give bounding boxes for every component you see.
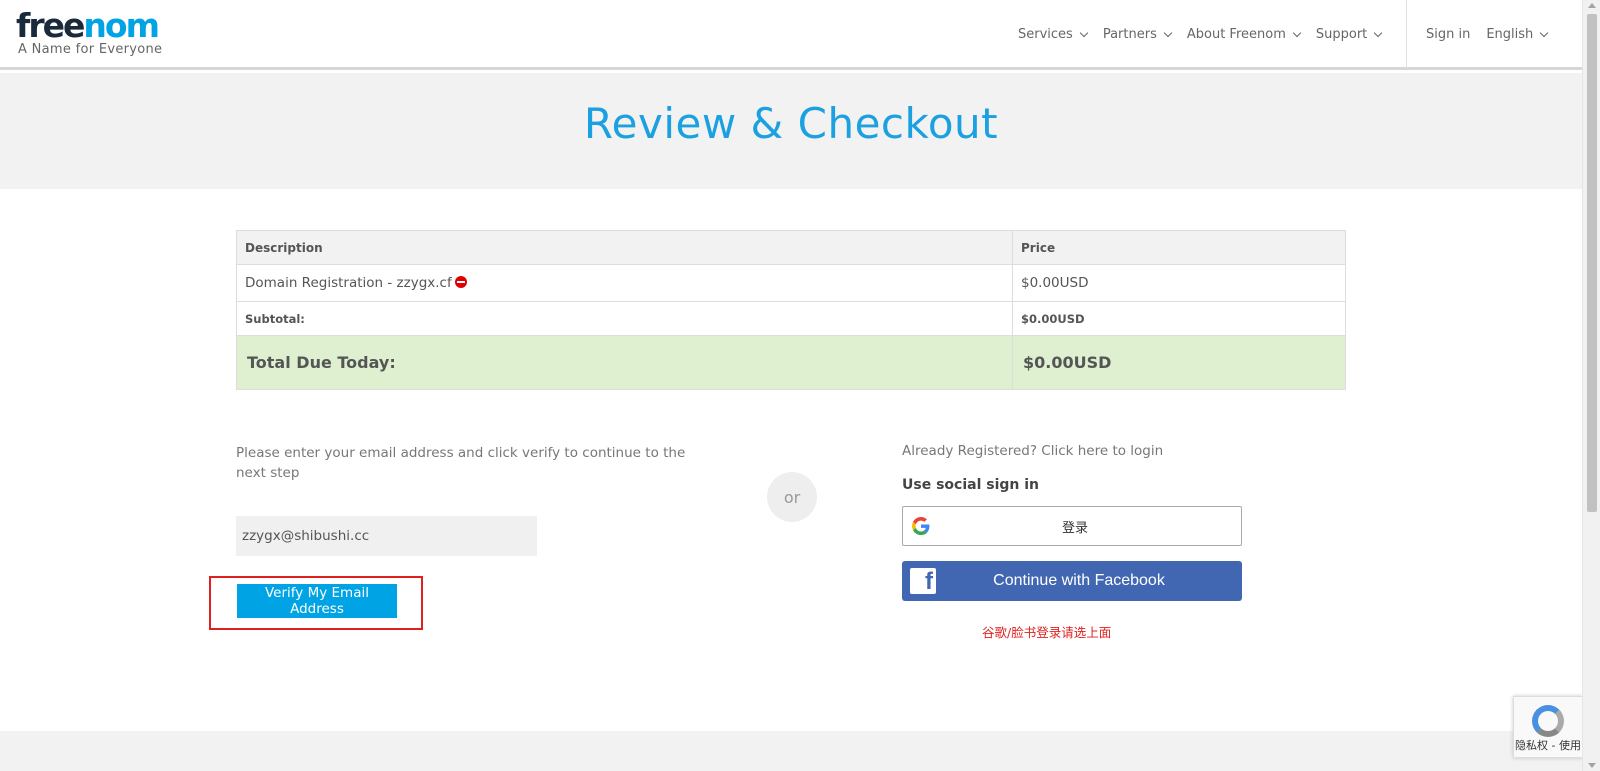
facebook-icon: f <box>910 568 936 594</box>
subtotal-value: $0.00USD <box>1012 301 1346 336</box>
chevron-down-icon <box>1540 28 1549 37</box>
google-sign-in-button[interactable]: 登录 <box>902 506 1242 546</box>
nav-partners-label: Partners <box>1102 27 1157 42</box>
total-row: Total Due Today: $0.00USD <box>236 335 1346 390</box>
chevron-down-icon <box>1374 28 1383 37</box>
google-icon <box>903 517 939 535</box>
page-scrollbar[interactable] <box>1582 0 1600 771</box>
or-divider: or <box>767 472 817 522</box>
social-login-note: 谷歌/脸书登录请选上面 <box>982 625 1112 640</box>
sign-in-link[interactable]: Sign in <box>1426 27 1470 42</box>
item-price: $0.00USD <box>1012 264 1346 302</box>
col-price: Price <box>1012 230 1346 265</box>
cart-header-row: Description Price <box>236 230 1346 265</box>
scroll-down-icon[interactable] <box>1588 763 1596 768</box>
recaptcha-icon <box>1532 705 1564 737</box>
language-label: English <box>1486 27 1534 42</box>
scroll-up-icon[interactable] <box>1588 3 1596 8</box>
facebook-sign-in-label: Continue with Facebook <box>993 572 1165 589</box>
remove-icon[interactable] <box>454 276 467 288</box>
chevron-down-icon <box>1292 28 1302 37</box>
subtotal-label: Subtotal: <box>236 301 1013 336</box>
page-title: Review & Checkout <box>583 99 999 148</box>
logo-tagline: A Name for Everyone <box>18 42 163 57</box>
recaptcha-text[interactable]: 隐私权 - 使用 <box>1515 737 1581 753</box>
language-select[interactable]: English <box>1486 27 1549 42</box>
verify-email-button[interactable]: Verify My Email Address <box>237 584 397 618</box>
google-sign-in-label: 登录 <box>1061 520 1088 536</box>
account-nav: Sign in English <box>1426 27 1563 42</box>
chevron-down-icon <box>1163 28 1173 37</box>
social-sign-in-label: Use social sign in <box>902 477 1039 493</box>
subtotal-row: Subtotal: $0.00USD <box>236 301 1346 336</box>
table-row: Domain Registration - zzygx.cf $0.00USD <box>236 264 1346 302</box>
logo-wordmark: freenom <box>16 8 162 44</box>
col-description: Description <box>236 230 1013 265</box>
item-description-cell: Domain Registration - zzygx.cf <box>236 264 1013 302</box>
cart-table: Description Price Domain Registration - … <box>236 230 1346 390</box>
logo-nom: nom <box>83 6 160 45</box>
sign-in-label: Sign in <box>1426 27 1471 42</box>
nav-divider <box>1406 0 1407 68</box>
footer-band <box>0 731 1582 771</box>
email-field[interactable] <box>236 516 537 556</box>
item-description: Domain Registration - zzygx.cf <box>245 275 452 291</box>
chevron-down-icon <box>1079 28 1089 37</box>
nav-services-label: Services <box>1018 27 1073 42</box>
nav-support-label: Support <box>1315 27 1368 42</box>
total-value: $0.00USD <box>1012 335 1346 390</box>
verify-help-text: Please enter your email address and clic… <box>236 445 686 481</box>
site-header: freenom A Name for Everyone Services Par… <box>0 0 1582 70</box>
nav-partners[interactable]: Partners <box>1102 27 1173 42</box>
recaptcha-badge[interactable]: 隐私权 - 使用 <box>1513 696 1583 758</box>
nav-about[interactable]: About Freenom <box>1186 27 1302 42</box>
total-label: Total Due Today: <box>236 335 1013 390</box>
main-nav: Services Partners About Freenom Support <box>1018 27 1397 42</box>
facebook-sign-in-button[interactable]: f Continue with Facebook <box>902 561 1242 601</box>
title-band: Review & Checkout <box>0 73 1582 189</box>
logo-free: free <box>16 6 85 45</box>
freenom-logo[interactable]: freenom A Name for Everyone <box>16 8 163 58</box>
nav-support[interactable]: Support <box>1315 27 1383 42</box>
scroll-thumb[interactable] <box>1587 14 1597 512</box>
nav-about-label: About Freenom <box>1186 27 1286 42</box>
nav-services[interactable]: Services <box>1018 27 1089 42</box>
login-link[interactable]: Already Registered? Click here to login <box>902 443 1163 459</box>
